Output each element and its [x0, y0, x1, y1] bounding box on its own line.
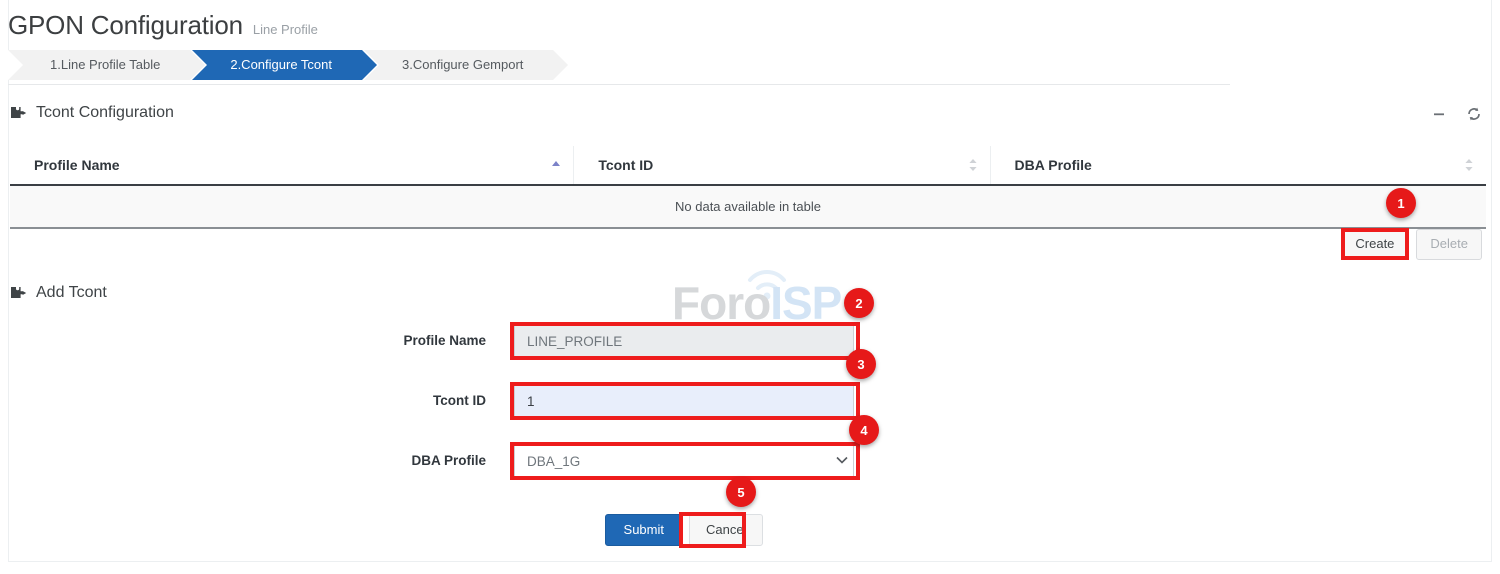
page-subtitle: Line Profile — [253, 22, 318, 37]
step-line-profile-table[interactable]: 1.Line Profile Table — [8, 50, 190, 80]
tcont-id-label: Tcont ID — [300, 382, 486, 420]
column-label: DBA Profile — [1015, 157, 1092, 173]
dba-profile-label: DBA Profile — [300, 442, 486, 480]
panel-title: Tcont Configuration — [36, 104, 174, 122]
sort-none-icon — [968, 158, 978, 172]
panel-tools — [1432, 106, 1482, 122]
column-label: Profile Name — [34, 157, 120, 173]
column-label: Tcont ID — [598, 157, 653, 173]
add-tcont-form: Profile Name Tcont ID DBA Profile DBA_1G — [0, 322, 1484, 502]
dba-profile-select[interactable]: DBA_1G — [514, 442, 854, 480]
table-empty-message: No data available in table — [10, 185, 1486, 228]
refresh-icon[interactable] — [1466, 106, 1482, 122]
step-configure-tcont[interactable]: 2.Configure Tcont — [192, 50, 362, 80]
sort-none-icon — [1464, 158, 1474, 172]
annotation-badge-3: 3 — [846, 349, 876, 379]
form-actions: Submit Cancel — [514, 514, 854, 546]
annotation-badge-2: 2 — [844, 288, 874, 318]
submit-button[interactable]: Submit — [605, 514, 683, 546]
wizard-steps: 1.Line Profile Table 2.Configure Tcont 3… — [8, 50, 555, 80]
annotation-badge-5: 5 — [726, 477, 756, 507]
step-label: 2.Configure Tcont — [230, 57, 332, 72]
cancel-button[interactable]: Cancel — [689, 514, 763, 546]
form-row-tcont-id: Tcont ID — [0, 382, 1484, 442]
step-configure-gemport[interactable]: 3.Configure Gemport — [364, 50, 553, 80]
create-button[interactable]: Create — [1341, 229, 1408, 260]
page-title: GPON Configuration — [8, 10, 243, 41]
column-header-tcont-id[interactable]: Tcont ID — [574, 146, 990, 185]
column-header-dba-profile[interactable]: DBA Profile — [990, 146, 1486, 185]
tcont-configuration-header: Tcont Configuration — [10, 104, 174, 122]
column-header-profile-name[interactable]: Profile Name — [10, 146, 574, 185]
tcont-id-input[interactable] — [514, 382, 854, 420]
annotation-badge-4: 4 — [849, 415, 879, 445]
profile-name-label: Profile Name — [300, 322, 486, 360]
add-tcont-header: Add Tcont — [10, 284, 107, 302]
tcont-table: Profile Name Tcont ID DBA Profile — [10, 146, 1486, 229]
delete-button[interactable]: Delete — [1416, 229, 1482, 260]
steps-divider — [8, 84, 1230, 85]
page-header: GPON Configuration Line Profile — [8, 10, 318, 41]
sort-ascending-icon — [551, 159, 561, 171]
step-label: 1.Line Profile Table — [50, 57, 160, 72]
table-header-row: Profile Name Tcont ID DBA Profile — [10, 146, 1486, 185]
puzzle-icon — [10, 286, 27, 301]
step-label: 3.Configure Gemport — [402, 57, 523, 72]
table-actions: Create Delete — [1341, 229, 1482, 260]
table-empty-row: No data available in table — [10, 185, 1486, 228]
minimize-icon[interactable] — [1432, 107, 1446, 121]
form-row-profile-name: Profile Name — [0, 322, 1484, 382]
profile-name-input[interactable] — [514, 322, 854, 360]
section-title: Add Tcont — [36, 284, 107, 302]
annotation-badge-1: 1 — [1386, 188, 1416, 218]
puzzle-icon — [10, 106, 27, 121]
app-page: ForoISP GPON Configuration Line Profile … — [0, 0, 1500, 574]
